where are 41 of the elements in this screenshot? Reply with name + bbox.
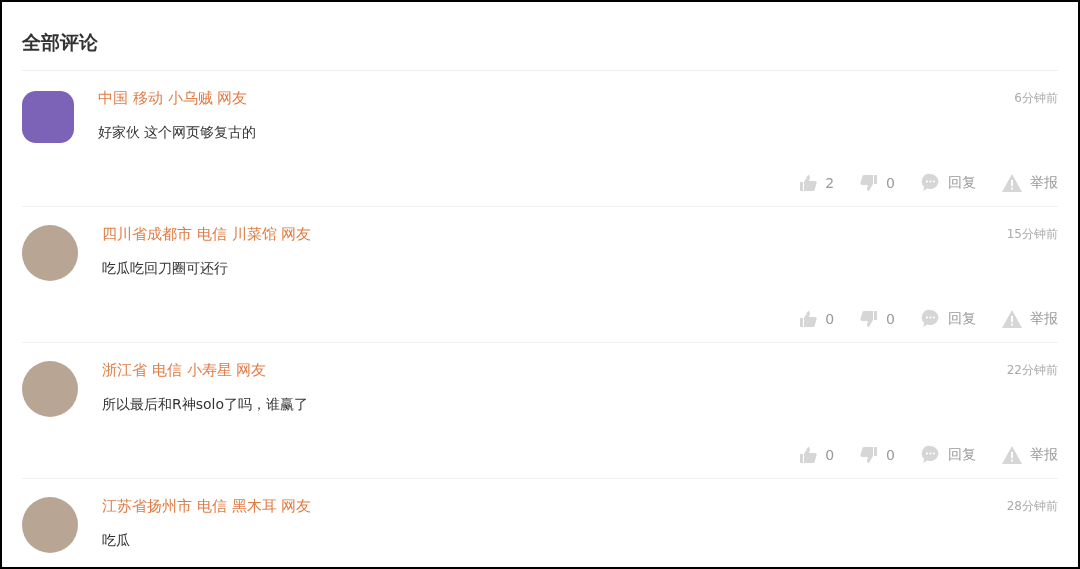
chat-bubble-icon (921, 173, 940, 192)
thumbs-up-icon (799, 309, 818, 328)
chat-bubble-icon (921, 445, 940, 464)
thumbs-up-icon (799, 445, 818, 464)
warning-icon (1002, 309, 1022, 328)
comment-time: 22分钟前 (1006, 362, 1058, 379)
avatar-photo-placeholder (22, 361, 78, 417)
thumbs-down-icon (860, 173, 879, 192)
dislike-button[interactable]: 0 (860, 309, 895, 328)
comment-time: 15分钟前 (1006, 226, 1058, 243)
like-button[interactable]: 0 (799, 309, 835, 328)
comment-time: 28分钟前 (1006, 498, 1058, 515)
comment-text: 好家伙 这个网页够复古的 (98, 124, 258, 142)
comment-text: 吃瓜 (102, 532, 131, 550)
chat-bubble-icon (921, 309, 940, 328)
comment-text: 吃瓜吃回刀圈可还行 (102, 260, 229, 278)
user-name[interactable]: 中国 移动 小乌贼 网友 (98, 89, 248, 108)
thumbs-down-icon (860, 445, 879, 464)
thumbs-up-icon (799, 173, 818, 192)
thumbs-down-icon (860, 309, 879, 328)
reply-button[interactable]: 回复 (921, 445, 976, 464)
dislike-button[interactable]: 0 (860, 445, 895, 464)
like-button[interactable]: 2 (799, 173, 835, 192)
reply-button[interactable]: 回复 (921, 309, 976, 328)
report-button[interactable]: 举报 (1002, 173, 1058, 192)
warning-icon (1002, 173, 1022, 192)
dislike-button[interactable]: 0 (860, 173, 895, 192)
like-button[interactable]: 0 (799, 445, 835, 464)
reply-button[interactable]: 回复 (921, 173, 976, 192)
comment-time: 6分钟前 (1014, 90, 1058, 107)
section-title: 全部评论 (22, 30, 1058, 71)
report-button[interactable]: 举报 (1002, 309, 1058, 328)
warning-icon (1002, 445, 1022, 464)
avatar-photo-placeholder (22, 225, 78, 281)
report-button[interactable]: 举报 (1002, 445, 1058, 464)
avatar-photo-placeholder (22, 497, 78, 553)
avatar (22, 91, 74, 143)
comment-text: 所以最后和R神solo了吗，谁赢了 (102, 396, 310, 414)
user-name[interactable]: 四川省成都市 电信 川菜馆 网友 (102, 225, 312, 244)
user-name[interactable]: 浙江省 电信 小寿星 网友 (102, 361, 267, 380)
user-name[interactable]: 江苏省扬州市 电信 黑木耳 网友 (102, 497, 312, 516)
